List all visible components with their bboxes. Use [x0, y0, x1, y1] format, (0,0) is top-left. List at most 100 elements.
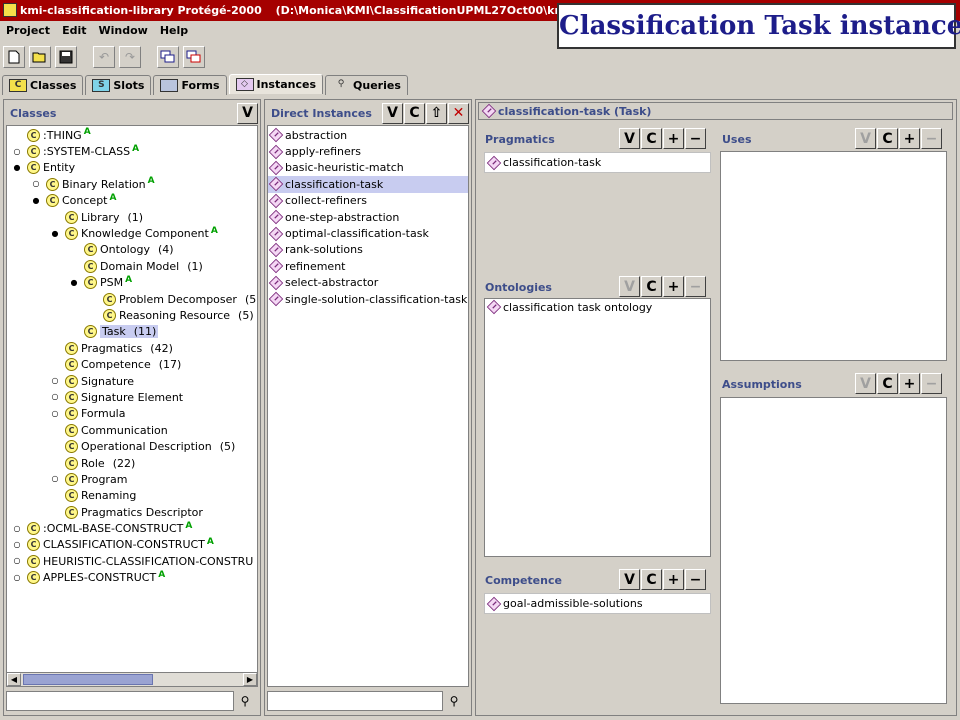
menu-project[interactable]: Project: [6, 21, 50, 41]
expand-icon[interactable]: ○: [12, 540, 22, 550]
ontologies-remove-button[interactable]: −: [685, 276, 706, 297]
pragmatics-create-button[interactable]: C: [641, 128, 662, 149]
instance-search-input[interactable]: [267, 691, 443, 711]
class-tree-row[interactable]: ● C Concept A: [7, 193, 257, 209]
expand-icon[interactable]: ○: [12, 524, 22, 534]
competence-create-button[interactable]: C: [641, 569, 662, 590]
collapse-icon[interactable]: ●: [69, 278, 79, 288]
class-tree-row[interactable]: C Competence (17): [7, 356, 257, 372]
class-tree-row[interactable]: ○ C HEURISTIC-CLASSIFICATION-CONSTRU: [7, 553, 257, 569]
class-tree-row[interactable]: C Pragmatics (42): [7, 340, 257, 356]
tab-instances[interactable]: ◇ Instances: [228, 74, 324, 94]
class-tree-row[interactable]: ○ C Program: [7, 471, 257, 487]
expand-icon[interactable]: ○: [50, 474, 60, 484]
instance-list-item[interactable]: Iselect-abstractor: [268, 275, 468, 291]
class-tree-row[interactable]: C Operational Description (5): [7, 438, 257, 454]
instance-list-item[interactable]: Iapply-refiners: [268, 143, 468, 159]
instance-list-item[interactable]: Irefinement: [268, 258, 468, 274]
ontologies-create-button[interactable]: C: [641, 276, 662, 297]
expand-icon[interactable]: ○: [50, 409, 60, 419]
class-tree-row[interactable]: C Ontology (4): [7, 242, 257, 258]
class-tree-row[interactable]: C Task (11): [7, 324, 257, 340]
copy-instance-button[interactable]: ⇧: [426, 102, 447, 124]
instance-search-button[interactable]: ⚲: [443, 691, 465, 711]
pragmatics-view-button[interactable]: V: [619, 128, 640, 149]
instance-list-item[interactable]: Iabstraction: [268, 127, 468, 143]
assumptions-view-button[interactable]: V: [855, 373, 876, 394]
assumptions-list[interactable]: [720, 397, 947, 704]
redo-button[interactable]: ↷: [119, 46, 141, 68]
class-tree-scrollbar[interactable]: ◀ ▶: [7, 672, 257, 686]
expand-icon[interactable]: ○: [12, 556, 22, 566]
tab-classes[interactable]: C Classes: [2, 75, 84, 95]
class-tree-row[interactable]: ○ C CLASSIFICATION-CONSTRUCT A: [7, 537, 257, 553]
class-search-button[interactable]: ⚲: [234, 691, 256, 711]
uses-remove-button[interactable]: −: [921, 128, 942, 149]
ontologies-list-item[interactable]: I classification task ontology: [485, 299, 710, 315]
expand-icon[interactable]: ○: [31, 179, 41, 189]
class-tree-row[interactable]: ○ C Binary Relation A: [7, 176, 257, 192]
class-tree-row[interactable]: ○ C APPLES-CONSTRUCT A: [7, 570, 257, 586]
close-windows-button[interactable]: [183, 46, 205, 68]
instance-list-item[interactable]: Ibasic-heuristic-match: [268, 160, 468, 176]
pragmatics-remove-button[interactable]: −: [685, 128, 706, 149]
scroll-thumb[interactable]: [23, 674, 153, 685]
collapse-icon[interactable]: ●: [31, 196, 41, 206]
expand-icon[interactable]: ○: [50, 392, 60, 402]
competence-add-button[interactable]: +: [663, 569, 684, 590]
scroll-right-arrow[interactable]: ▶: [243, 673, 257, 686]
class-tree-row[interactable]: ● C Entity: [7, 160, 257, 176]
cascade-windows-button[interactable]: [157, 46, 179, 68]
class-tree-row[interactable]: C Role (22): [7, 455, 257, 471]
class-tree-row[interactable]: C Library (1): [7, 209, 257, 225]
class-tree-row[interactable]: ○ C:OCML-BASE-CONSTRUCT A: [7, 520, 257, 536]
class-tree-row[interactable]: C Domain Model (1): [7, 258, 257, 274]
competence-view-button[interactable]: V: [619, 569, 640, 590]
create-instance-button[interactable]: C: [404, 102, 425, 124]
tab-forms[interactable]: Forms: [153, 75, 227, 95]
class-tree-row[interactable]: ○ C:SYSTEM-CLASS A: [7, 143, 257, 159]
menu-edit[interactable]: Edit: [62, 21, 86, 41]
uses-list[interactable]: [720, 151, 947, 361]
save-project-button[interactable]: [55, 46, 77, 68]
pragmatics-add-button[interactable]: +: [663, 128, 684, 149]
class-search-input[interactable]: [6, 691, 234, 711]
view-class-button[interactable]: V: [237, 102, 258, 124]
assumptions-remove-button[interactable]: −: [921, 373, 942, 394]
instance-list-item[interactable]: Ioptimal-classification-task: [268, 225, 468, 241]
assumptions-add-button[interactable]: +: [899, 373, 920, 394]
pragmatics-field[interactable]: I classification-task: [484, 152, 711, 173]
ontologies-add-button[interactable]: +: [663, 276, 684, 297]
class-tree-row[interactable]: C Pragmatics Descriptor: [7, 504, 257, 520]
uses-create-button[interactable]: C: [877, 128, 898, 149]
assumptions-create-button[interactable]: C: [877, 373, 898, 394]
open-project-button[interactable]: [29, 46, 51, 68]
class-tree-row[interactable]: ● C Knowledge Component A: [7, 225, 257, 241]
new-project-button[interactable]: [3, 46, 25, 68]
instance-list-item[interactable]: Irank-solutions: [268, 242, 468, 258]
expand-icon[interactable]: ○: [12, 573, 22, 583]
delete-instance-button[interactable]: ✕: [448, 102, 469, 124]
ontologies-list[interactable]: I classification task ontology: [484, 298, 711, 557]
class-tree-row[interactable]: CProblem Decomposer (5): [7, 291, 257, 307]
competence-remove-button[interactable]: −: [685, 569, 706, 590]
class-tree-row[interactable]: C:THING A: [7, 127, 257, 143]
uses-view-button[interactable]: V: [855, 128, 876, 149]
class-tree-row[interactable]: ○ C Signature: [7, 373, 257, 389]
menu-help[interactable]: Help: [160, 21, 188, 41]
competence-field[interactable]: I goal-admissible-solutions: [484, 593, 711, 614]
expand-icon[interactable]: ○: [50, 376, 60, 386]
uses-add-button[interactable]: +: [899, 128, 920, 149]
collapse-icon[interactable]: ●: [50, 229, 60, 239]
tab-slots[interactable]: S Slots: [85, 75, 152, 95]
instance-list-item[interactable]: Iclassification-task: [268, 176, 468, 193]
class-tree-row[interactable]: ○ C Formula: [7, 406, 257, 422]
ontologies-view-button[interactable]: V: [619, 276, 640, 297]
instance-list-item[interactable]: Ione-step-abstraction: [268, 209, 468, 225]
class-tree-row[interactable]: ● C PSM A: [7, 275, 257, 291]
class-tree-row[interactable]: C Renaming: [7, 488, 257, 504]
instance-list-item[interactable]: Isingle-solution-classification-task: [268, 291, 468, 307]
menu-window[interactable]: Window: [98, 21, 147, 41]
class-tree-row[interactable]: C Reasoning Resource (5): [7, 307, 257, 323]
expand-icon[interactable]: ○: [12, 147, 22, 157]
